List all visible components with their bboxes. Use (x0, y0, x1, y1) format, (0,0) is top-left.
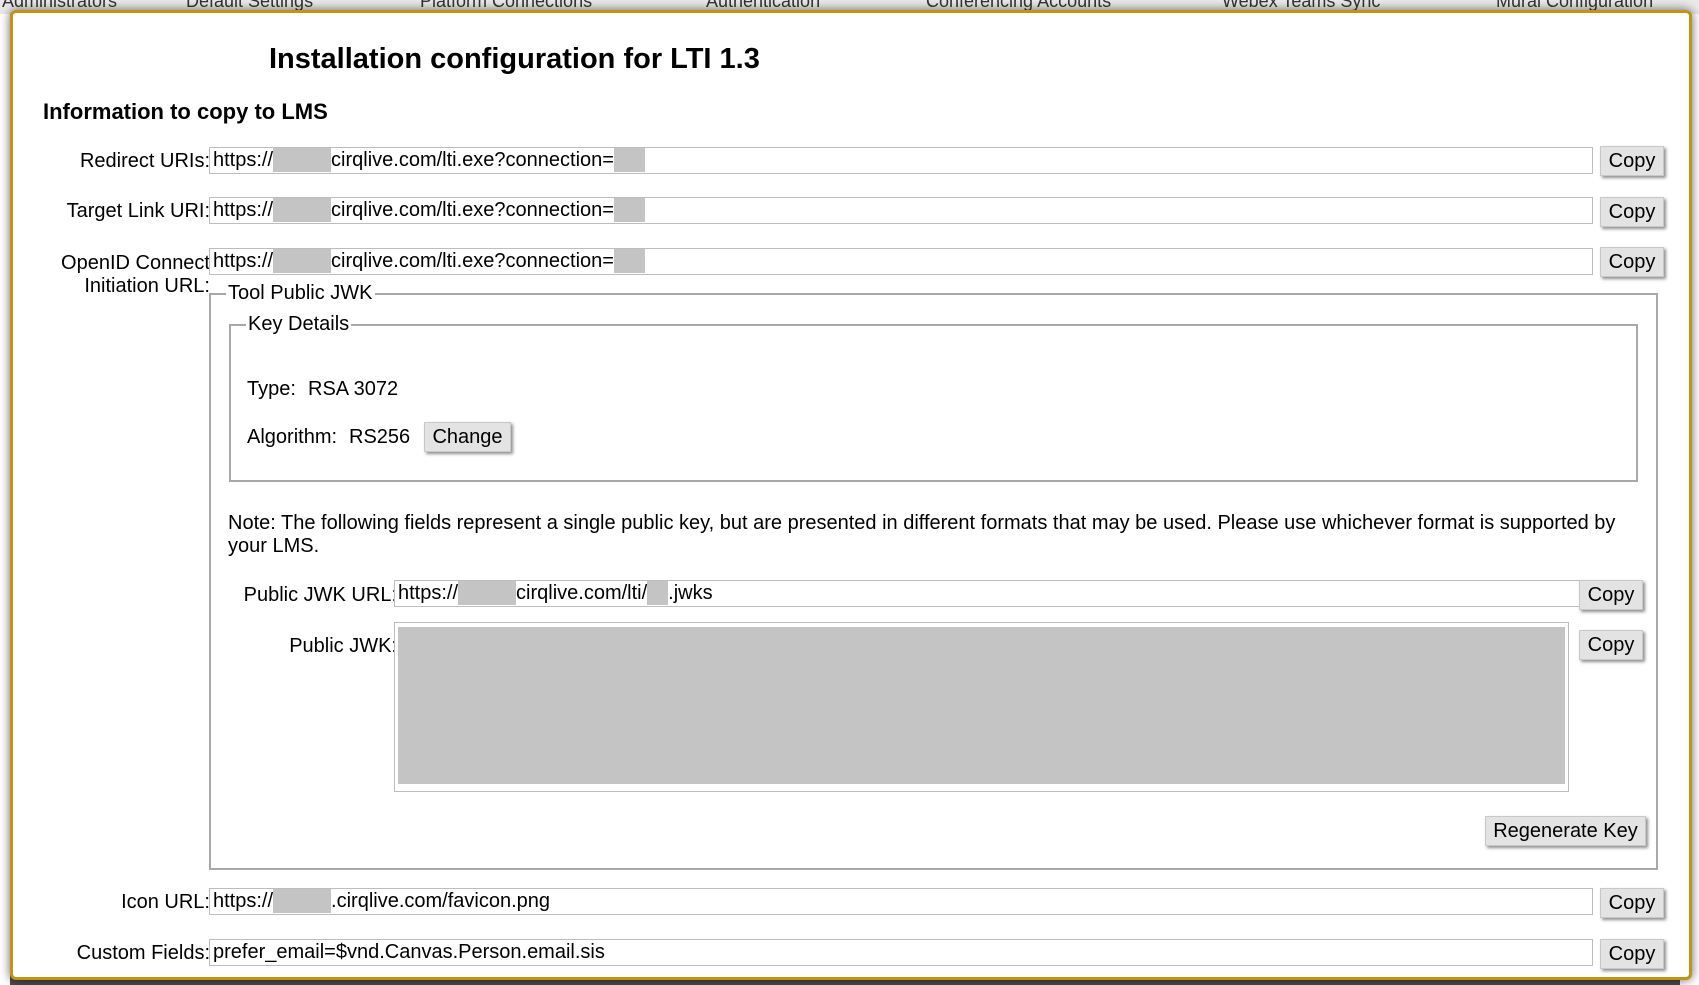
openid-connect-suffix: cirqlive.com/lti.exe?connection= (331, 250, 614, 272)
openid-connect-prefix: https:// (213, 250, 274, 272)
lti-config-dialog: Installation configuration for LTI 1.3 I… (10, 10, 1692, 980)
dialog-title: Installation configuration for LTI 1.3 (269, 43, 760, 75)
key-type-label: Type: (247, 378, 296, 400)
section-heading: Information to copy to LMS (43, 99, 328, 124)
key-details-legend: Key Details (248, 313, 350, 335)
bg-tab-conferencing-accounts[interactable]: Conferencing Accounts (926, 0, 1111, 10)
target-link-uri-prefix: https:// (213, 199, 274, 221)
redacted-host (273, 249, 332, 273)
redirect-uris-label: Redirect URIs: (79, 150, 210, 172)
redacted-connection-id (613, 198, 645, 222)
redacted-connection-id (613, 249, 645, 273)
redirect-uris-prefix: https:// (213, 149, 274, 171)
redirect-uris-field[interactable]: https:// cirqlive.com/lti.exe?connection= (209, 147, 1593, 174)
redacted-key-id (647, 581, 669, 605)
bg-tab-webex-teams-sync[interactable]: Webex Teams Sync (1222, 0, 1380, 10)
redacted-host (273, 889, 332, 913)
bg-tab-authentication[interactable]: Authentication (706, 0, 820, 10)
redacted-public-jwk (398, 627, 1565, 784)
key-type-value: RSA 3072 (308, 378, 399, 400)
bg-tab-mural-configuration[interactable]: Mural Configuration (1496, 0, 1653, 10)
copy-custom-fields-button[interactable]: Copy (1600, 939, 1664, 969)
public-jwk-url-field[interactable]: https:// cirqlive.com/lti/ .jwks (394, 580, 1582, 607)
openid-connect-label: OpenID Connect Initiation URL: (33, 252, 210, 298)
public-jwk-url-prefix: https:// (398, 582, 459, 604)
background-left-edge (0, 14, 10, 985)
jwk-format-note: Note: The following fields represent a s… (228, 512, 1616, 557)
bg-tab-administrators[interactable]: Administrators (2, 0, 117, 10)
public-jwk-url-middle: cirqlive.com/lti/ (516, 582, 648, 604)
redacted-host (273, 198, 332, 222)
target-link-uri-field[interactable]: https:// cirqlive.com/lti.exe?connection= (209, 197, 1593, 224)
icon-url-label: Icon URL: (121, 891, 210, 913)
openid-connect-field[interactable]: https:// cirqlive.com/lti.exe?connection= (209, 248, 1593, 275)
copy-public-jwk-url-button[interactable]: Copy (1579, 580, 1643, 610)
bg-tab-platform-connections[interactable]: Platform Connections (420, 0, 592, 10)
bg-tab-default-settings[interactable]: Default Settings (186, 0, 313, 10)
icon-url-field[interactable]: https:// .cirqlive.com/favicon.png (209, 888, 1593, 915)
public-jwk-label: Public JWK: (289, 635, 397, 657)
target-link-uri-label: Target Link URI: (66, 200, 210, 222)
icon-url-suffix: .cirqlive.com/favicon.png (331, 890, 551, 912)
redacted-host (273, 148, 332, 172)
redacted-connection-id (613, 148, 645, 172)
openid-connect-label-line2: Initiation URL: (84, 275, 210, 297)
algorithm-label: Algorithm: (247, 426, 338, 448)
tool-public-jwk-legend: Tool Public JWK (228, 282, 373, 304)
algorithm-value: RS256 (349, 426, 411, 448)
regenerate-key-button[interactable]: Regenerate Key (1485, 816, 1646, 846)
copy-redirect-uris-button[interactable]: Copy (1600, 146, 1664, 176)
target-link-uri-suffix: cirqlive.com/lti.exe?connection= (331, 199, 614, 221)
change-algorithm-button[interactable]: Change (424, 422, 511, 452)
redacted-host (458, 581, 517, 605)
openid-connect-label-line1: OpenID Connect (61, 252, 210, 274)
public-jwk-textarea[interactable] (394, 622, 1569, 792)
public-jwk-url-label: Public JWK URL: (243, 584, 397, 606)
icon-url-prefix: https:// (213, 890, 274, 912)
public-jwk-url-suffix: .jwks (668, 582, 713, 604)
redirect-uris-suffix: cirqlive.com/lti.exe?connection= (331, 149, 614, 171)
copy-icon-url-button[interactable]: Copy (1600, 888, 1664, 918)
copy-openid-connect-button[interactable]: Copy (1600, 247, 1664, 277)
copy-public-jwk-button[interactable]: Copy (1579, 630, 1643, 660)
key-details-fieldset: Key Details (229, 313, 1638, 482)
custom-fields-label: Custom Fields: (76, 942, 210, 964)
copy-target-link-uri-button[interactable]: Copy (1600, 197, 1664, 227)
custom-fields-field[interactable]: prefer_email=$vnd.Canvas.Person.email.si… (209, 939, 1593, 966)
